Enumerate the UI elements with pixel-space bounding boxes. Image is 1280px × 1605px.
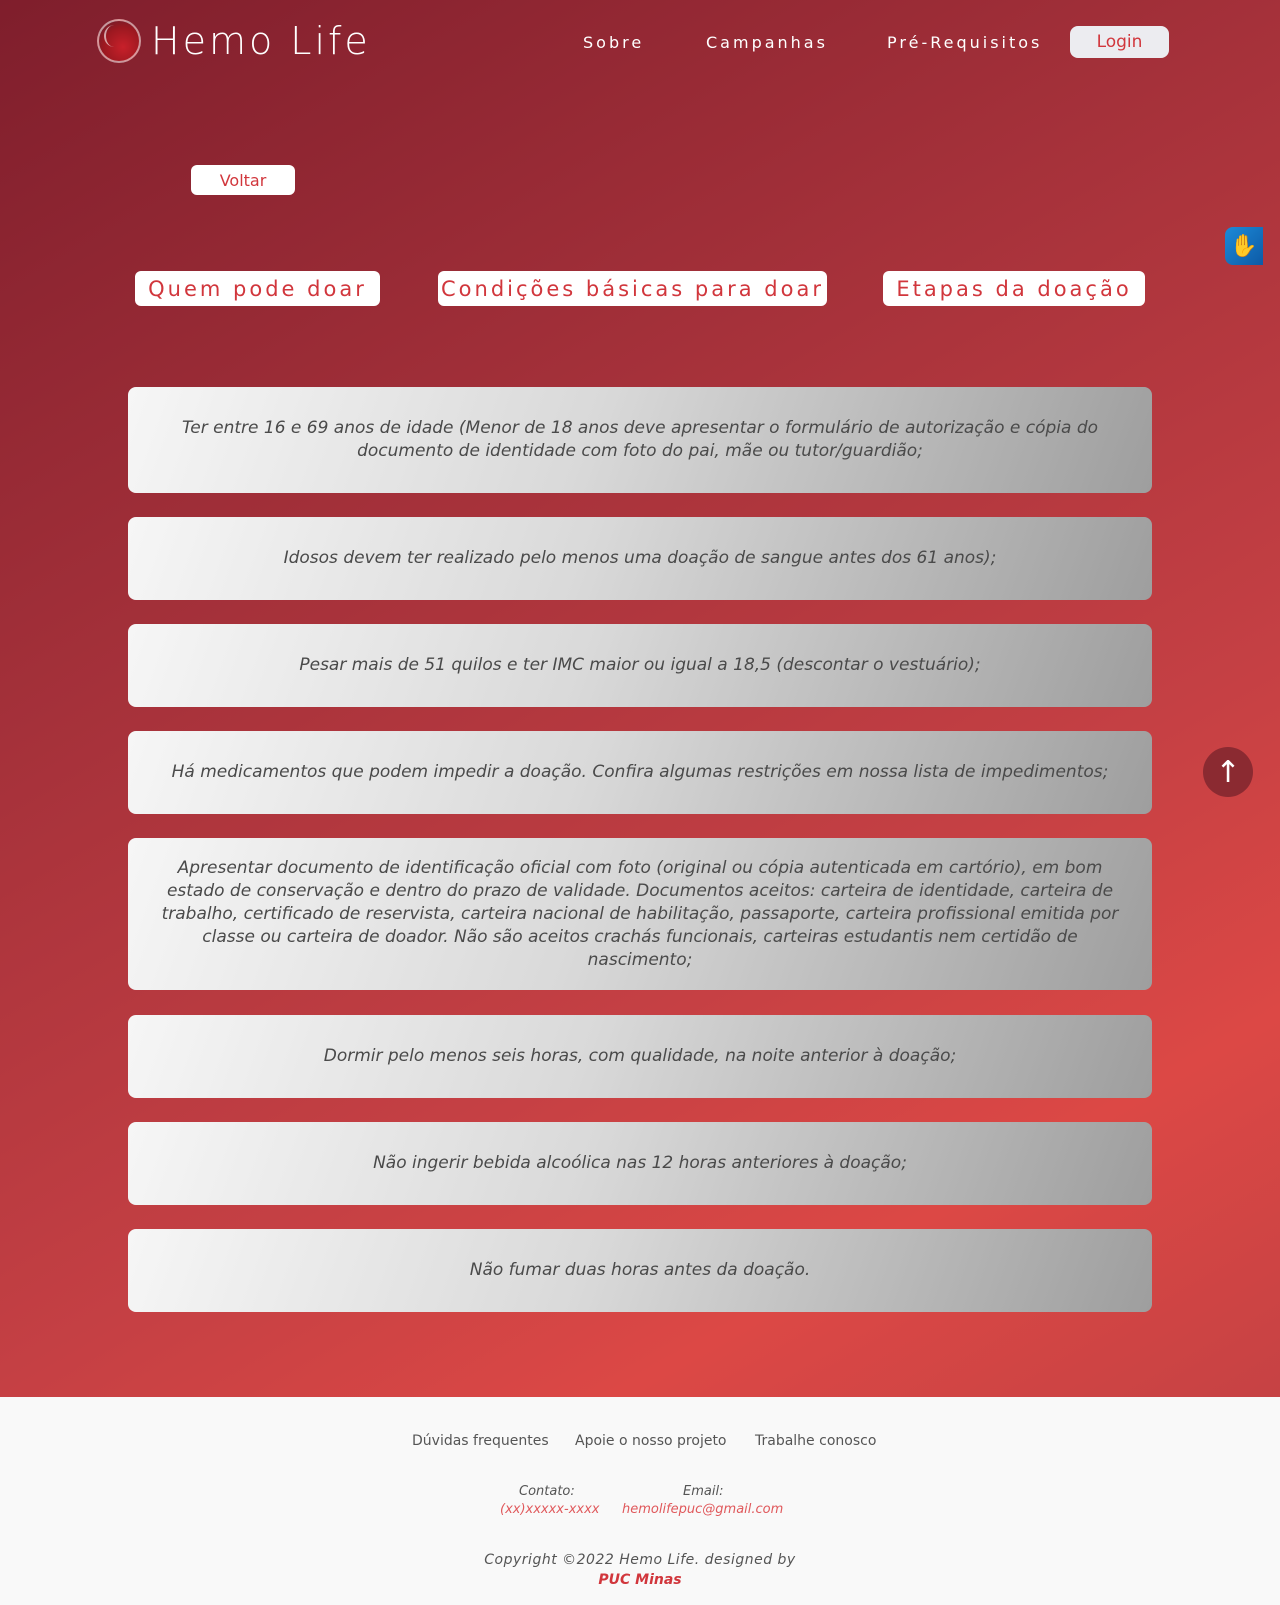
requirement-text: Não fumar duas horas antes da doação. xyxy=(469,1260,811,1280)
footer-link-support[interactable]: Apoie o nosso projeto xyxy=(575,1433,727,1449)
requirement-card: Apresentar documento de identificação of… xyxy=(128,838,1152,990)
tab-quem-pode-doar[interactable]: Quem pode doar xyxy=(135,271,380,306)
back-button[interactable]: Voltar xyxy=(191,165,295,195)
copyright: Copyright ©2022 Hemo Life. designed by xyxy=(484,1552,796,1568)
requirement-text: Pesar mais de 51 quilos e ter IMC maior … xyxy=(299,655,981,675)
requirement-card: Pesar mais de 51 quilos e ter IMC maior … xyxy=(128,624,1152,707)
footer-link-faq[interactable]: Dúvidas frequentes xyxy=(412,1433,549,1449)
contact-phone[interactable]: (xx)xxxxx-xxxx xyxy=(500,1502,599,1517)
brand-name: Hemo Life xyxy=(151,19,371,63)
login-button[interactable]: Login xyxy=(1070,26,1169,58)
contact-label: Contato: xyxy=(519,1484,575,1499)
requirement-card: Há medicamentos que podem impedir a doaç… xyxy=(128,731,1152,814)
arrow-up-icon[interactable]: ↑ xyxy=(1203,747,1253,797)
nav-campanhas[interactable]: Campanhas xyxy=(706,33,828,52)
email-label: Email: xyxy=(683,1484,724,1499)
requirement-text: Apresentar documento de identificação of… xyxy=(161,857,1119,970)
requirement-text: Idosos devem ter realizado pelo menos um… xyxy=(283,548,997,568)
footer: Dúvidas frequentes Apoie o nosso projeto… xyxy=(0,1397,1280,1605)
requirement-card: Não ingerir bebida alcoólica nas 12 hora… xyxy=(128,1122,1152,1205)
requirement-card: Ter entre 16 e 69 anos de idade (Menor d… xyxy=(128,387,1152,493)
blood-drop-icon xyxy=(97,19,141,63)
tab-etapas-doacao[interactable]: Etapas da doação xyxy=(883,271,1145,306)
requirement-card: Não fumar duas horas antes da doação. xyxy=(128,1229,1152,1312)
hero-background: Hemo Life Sobre Campanhas Pré-Requisitos… xyxy=(0,0,1280,1397)
requirement-text: Dormir pelo menos seis horas, com qualid… xyxy=(323,1046,957,1066)
nav-sobre[interactable]: Sobre xyxy=(583,33,644,52)
requirement-text: Ter entre 16 e 69 anos de idade (Menor d… xyxy=(181,418,1099,461)
designer-credit[interactable]: PUC Minas xyxy=(0,1572,1280,1588)
contact-email[interactable]: hemolifepuc@gmail.com xyxy=(622,1502,783,1517)
nav-pre-requisitos[interactable]: Pré-Requisitos xyxy=(887,33,1042,52)
sign-language-icon[interactable]: ✋ xyxy=(1225,227,1263,265)
requirement-text: Há medicamentos que podem impedir a doaç… xyxy=(171,762,1109,782)
requirement-text: Não ingerir bebida alcoólica nas 12 hora… xyxy=(373,1153,907,1173)
requirement-card: Idosos devem ter realizado pelo menos um… xyxy=(128,517,1152,600)
footer-link-careers[interactable]: Trabalhe conosco xyxy=(755,1433,876,1449)
tab-condicoes-basicas[interactable]: Condições básicas para doar xyxy=(438,271,827,306)
requirement-card: Dormir pelo menos seis horas, com qualid… xyxy=(128,1015,1152,1098)
logo[interactable]: Hemo Life xyxy=(97,19,371,63)
